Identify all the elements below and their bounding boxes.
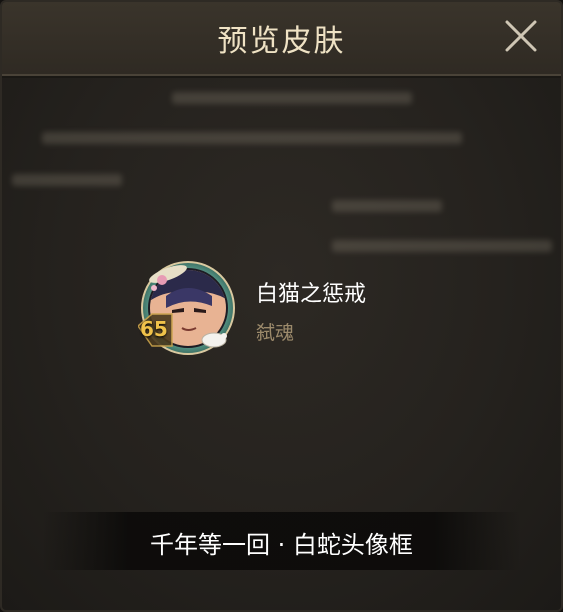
- background-blur-text: [332, 240, 552, 252]
- footer-label: 千年等一回 · 白蛇头像框: [150, 531, 413, 559]
- dialog-title: 预览皮肤: [217, 24, 346, 59]
- skin-character-name: 弑魂: [256, 322, 295, 344]
- footer-banner: 千年等一回 · 白蛇头像框: [42, 512, 521, 570]
- level-badge: 65: [140, 317, 168, 341]
- avatar-frame: 65: [136, 258, 238, 358]
- background-blur-text: [172, 92, 412, 104]
- background-blur-text: [12, 174, 122, 186]
- preview-skin-dialog: 预览皮肤 65 白猫之惩戒 弑魂 千年等一回 · 白蛇头像框: [0, 0, 563, 612]
- close-button[interactable]: [503, 18, 539, 54]
- close-icon: [505, 20, 537, 52]
- skin-item-card: 65 白猫之惩戒 弑魂: [136, 258, 438, 358]
- background-blur-text: [42, 132, 462, 144]
- skin-name: 白猫之惩戒: [256, 282, 367, 307]
- title-bar: 预览皮肤: [2, 2, 561, 76]
- background-blur-text: [332, 200, 442, 212]
